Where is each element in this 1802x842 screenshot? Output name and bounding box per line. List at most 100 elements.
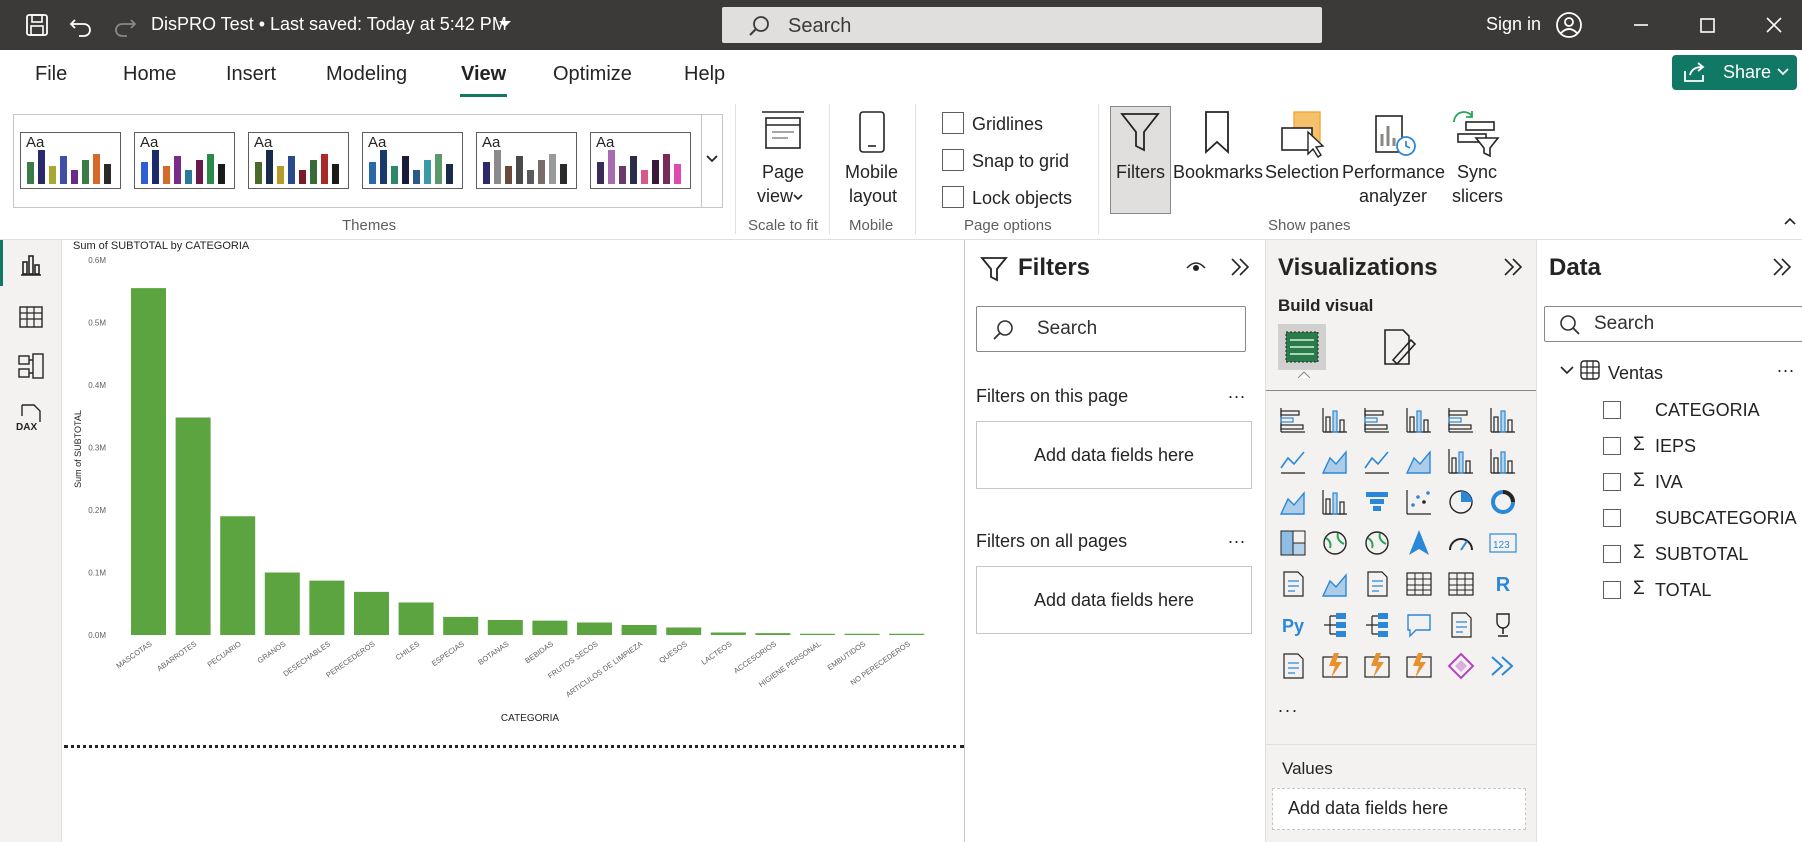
performance-analyzer-label[interactable]: Performance	[1342, 160, 1445, 184]
mobile-layout-label[interactable]: Mobile	[845, 160, 898, 184]
table-icon[interactable]	[1404, 569, 1434, 599]
chart-bar[interactable]	[220, 516, 256, 635]
table-view-icon[interactable]	[18, 304, 44, 330]
theme-swatch-6[interactable]: Aa	[590, 132, 691, 189]
mobile-layout-icon[interactable]	[856, 108, 888, 156]
eye-icon[interactable]	[1185, 258, 1207, 276]
field-checkbox[interactable]	[1603, 545, 1621, 563]
performance-analyzer-icon[interactable]	[1370, 110, 1418, 158]
field-row[interactable]: Σ IEPS	[1603, 433, 1802, 461]
stacked-column-chart-icon[interactable]	[1320, 405, 1350, 435]
sync-slicers-icon[interactable]	[1450, 108, 1500, 158]
selection-pane-icon[interactable]	[1278, 110, 1326, 158]
bookmarks-pane-label[interactable]: Bookmarks	[1173, 160, 1263, 184]
data-search-input[interactable]: Search	[1544, 306, 1802, 342]
qa-icon[interactable]	[1404, 610, 1434, 640]
close-icon[interactable]	[1760, 11, 1788, 39]
page-view-icon[interactable]	[760, 108, 806, 154]
dax-query-view-icon[interactable]: DAX	[14, 402, 46, 434]
page-view-chevron-icon[interactable]	[792, 192, 804, 202]
mobile-layout-label-2[interactable]: layout	[849, 184, 897, 208]
filters-on-all-pages-more[interactable]: ...	[1228, 527, 1246, 548]
tab-home[interactable]: Home	[123, 63, 176, 86]
chart-bar[interactable]	[666, 627, 702, 636]
ribbon-chart-icon[interactable]	[1278, 487, 1308, 517]
waterfall-chart-icon[interactable]	[1320, 487, 1350, 517]
chevron-down-icon[interactable]	[1559, 364, 1575, 376]
clustered-column-chart-icon[interactable]	[1404, 405, 1434, 435]
chart-bar[interactable]	[710, 632, 746, 636]
chart-bar[interactable]	[264, 572, 300, 636]
chart-bar[interactable]	[889, 633, 925, 635]
title-dropdown-icon[interactable]	[498, 17, 512, 31]
filters-on-this-page-more[interactable]: ...	[1228, 382, 1246, 403]
collapse-ribbon-icon[interactable]	[1783, 216, 1797, 226]
save-icon[interactable]	[23, 11, 51, 39]
selection-pane-label[interactable]: Selection	[1265, 160, 1339, 184]
field-checkbox[interactable]	[1603, 401, 1621, 419]
powerapps-diamond-icon[interactable]	[1446, 651, 1476, 681]
100-stacked-bar-chart-icon[interactable]	[1446, 405, 1476, 435]
collapse-visualizations-icon[interactable]	[1502, 257, 1524, 277]
map-icon[interactable]	[1320, 528, 1350, 558]
tab-insert[interactable]: Insert	[226, 63, 276, 86]
donut-chart-icon[interactable]	[1488, 487, 1518, 517]
field-checkbox[interactable]	[1603, 509, 1621, 527]
theme-swatch-1[interactable]: Aa	[20, 132, 121, 189]
minimize-icon[interactable]	[1627, 11, 1655, 39]
power-automate-icon[interactable]	[1362, 651, 1392, 681]
redo-icon[interactable]	[111, 11, 139, 39]
bookmark-icon[interactable]	[1200, 110, 1234, 158]
report-view-icon[interactable]	[18, 252, 44, 278]
clustered-bar-chart-icon[interactable]	[1362, 405, 1392, 435]
100-stacked-column-chart-icon[interactable]	[1488, 405, 1518, 435]
tab-optimize[interactable]: Optimize	[553, 63, 632, 86]
bar-chart-visual[interactable]: Sum of SUBTOTAL by CATEGORIA Sum of SUBT…	[62, 240, 962, 740]
multi-row-card-icon[interactable]	[1278, 569, 1308, 599]
theme-swatch-4[interactable]: Aa	[362, 132, 463, 189]
sync-slicers-label-2[interactable]: slicers	[1452, 184, 1503, 208]
tab-help[interactable]: Help	[684, 63, 725, 86]
sign-in-button[interactable]: Sign in	[1486, 14, 1541, 35]
report-canvas[interactable]: Sum of SUBTOTAL by CATEGORIA Sum of SUBT…	[62, 240, 964, 842]
values-drop-zone[interactable]: Add data fields here	[1272, 788, 1526, 830]
field-checkbox[interactable]	[1603, 473, 1621, 491]
table-ventas-more[interactable]: ...	[1777, 356, 1795, 377]
smart-narrative-icon[interactable]	[1446, 610, 1476, 640]
metrics-icon[interactable]	[1488, 610, 1518, 640]
stacked-bar-chart-icon[interactable]	[1278, 405, 1308, 435]
stacked-area-chart-icon[interactable]	[1362, 446, 1392, 476]
build-visual-tab[interactable]	[1278, 324, 1326, 370]
field-row[interactable]: CATEGORIA	[1603, 397, 1802, 425]
field-row[interactable]: Σ IVA	[1603, 469, 1802, 497]
scatter-chart-icon[interactable]	[1404, 487, 1434, 517]
line-and-stacked-column-icon[interactable]	[1446, 446, 1476, 476]
field-row[interactable]: SUBCATEGORIA	[1603, 505, 1802, 533]
funnel-chart-icon[interactable]	[1362, 487, 1392, 517]
line-and-clustered-column-icon[interactable]	[1488, 446, 1518, 476]
chart-bar[interactable]	[309, 580, 345, 635]
sync-slicers-label[interactable]: Sync	[1457, 160, 1497, 184]
chart-bar[interactable]	[131, 288, 166, 635]
undo-icon[interactable]	[67, 11, 95, 39]
power-apps-icon[interactable]	[1320, 651, 1350, 681]
maximize-icon[interactable]	[1693, 11, 1721, 39]
collapse-data-icon[interactable]	[1771, 257, 1793, 277]
python-visual-icon[interactable]: Py	[1278, 610, 1308, 640]
theme-swatch-2[interactable]: Aa	[134, 132, 235, 189]
filled-map-icon[interactable]	[1362, 528, 1392, 558]
document-title[interactable]: DisPRO Test • Last saved: Today at 5:42 …	[151, 14, 507, 35]
more-visuals-button[interactable]: ...	[1278, 696, 1299, 717]
page-view-label[interactable]: Page	[762, 160, 804, 184]
gauge-icon[interactable]	[1446, 528, 1476, 558]
chart-bar[interactable]	[577, 622, 612, 636]
card-icon[interactable]: 123	[1488, 528, 1518, 558]
tab-modeling[interactable]: Modeling	[326, 63, 407, 86]
account-icon[interactable]	[1555, 11, 1583, 39]
model-view-icon[interactable]	[17, 352, 45, 380]
slicer-icon[interactable]	[1362, 569, 1392, 599]
100-stacked-area-chart-icon[interactable]	[1404, 446, 1434, 476]
chart-bar[interactable]	[443, 616, 479, 635]
theme-swatch-5[interactable]: Aa	[476, 132, 577, 189]
share-button[interactable]: Share	[1672, 55, 1797, 90]
